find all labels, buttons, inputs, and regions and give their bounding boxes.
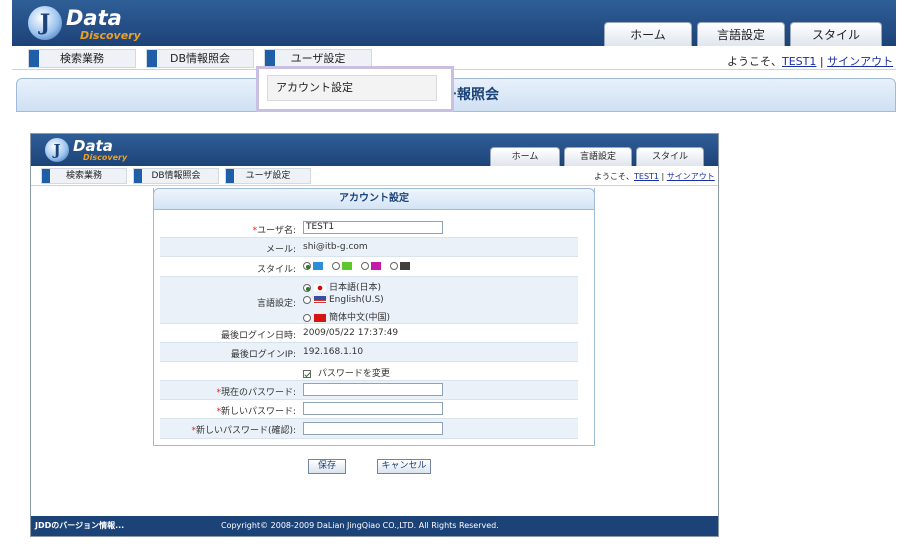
nav-marker-icon (42, 169, 50, 183)
style-radio-purple[interactable] (360, 261, 369, 270)
row-current-password: *現在のパスワード: (160, 381, 578, 400)
change-password-option[interactable]: パスワードを変更 (303, 366, 390, 379)
footer-bar: JDDのバージョン情報... Copyright© 2008-2009 DaLi… (31, 516, 718, 536)
tab-style[interactable]: スタイル (790, 22, 882, 46)
japan-flag-icon (314, 283, 326, 292)
version-link[interactable]: JDDのバージョン情報... (35, 516, 124, 536)
welcome-prefix: ようこそ、 (727, 55, 782, 68)
last-login-ip-value: 192.168.1.10 (303, 347, 364, 357)
row-last-login-ip: 最後ログインIP: 192.168.1.10 (160, 343, 578, 362)
current-password-label: *現在のパスワード: (216, 388, 296, 398)
language-label: 言語設定: (256, 299, 296, 309)
nav-search[interactable]: 検索業務 (28, 49, 136, 68)
tab-style[interactable]: スタイル (636, 147, 704, 166)
nav-db-info-label: DB情報照会 (169, 52, 231, 65)
last-login-date-value: 2009/05/22 17:37:49 (303, 328, 399, 338)
china-flag-icon (314, 313, 326, 322)
nav-marker-icon (265, 50, 275, 67)
top-panel-header: ー報照会 (16, 78, 896, 112)
blue-swatch-icon (313, 261, 323, 270)
style-radio-black[interactable] (389, 261, 398, 270)
dropdown-item-account-settings[interactable]: アカウント設定 (267, 75, 437, 101)
confirm-password-label: *新しいパスワード(確認): (191, 426, 296, 436)
save-button[interactable]: 保存 (308, 459, 346, 474)
style-label: スタイル: (256, 265, 296, 275)
nav-search-label: 検索業務 (65, 171, 102, 181)
user-link[interactable]: TEST1 (782, 55, 816, 68)
green-swatch-icon (341, 261, 352, 270)
style-radio-blue[interactable] (303, 261, 311, 270)
welcome-text: ようこそ、TEST1 | サインアウト (594, 171, 715, 182)
nav-db-info-label: DB情報照会 (151, 171, 201, 181)
current-password-input[interactable] (303, 383, 443, 396)
top-header-bar: J Data Discovery ホーム 言語設定 スタイル (12, 0, 896, 46)
nav-user-settings[interactable]: ユーザ設定 (225, 168, 311, 184)
language-option-en[interactable]: English(U.S) (303, 295, 384, 305)
username-input[interactable]: TEST1 (303, 221, 443, 234)
style-options (303, 261, 416, 271)
row-username: *ユーザ名: TEST1 (160, 219, 578, 238)
nav-search-label: 検索業務 (60, 52, 104, 65)
row-last-login-date: 最後ログイン日時: 2009/05/22 17:37:49 (160, 324, 578, 343)
welcome-text: ようこそ、TEST1 | サインアウト (727, 53, 893, 69)
nav-db-info[interactable]: DB情報照会 (146, 49, 254, 68)
welcome-separator: | (661, 172, 665, 181)
language-option-ja[interactable]: 日本語(日本) (303, 280, 381, 293)
tab-language[interactable]: 言語設定 (697, 22, 785, 46)
main-header-bar: J Data Discovery ホーム 言語設定 スタイル (31, 134, 718, 166)
purple-swatch-icon (370, 261, 381, 270)
nav-marker-icon (147, 50, 157, 67)
cancel-button[interactable]: キャンセル (377, 459, 431, 474)
black-swatch-icon (399, 261, 410, 270)
language-option-zh[interactable]: 簡体中文(中国) (303, 310, 390, 323)
row-confirm-password: *新しいパスワード(確認): (160, 419, 578, 439)
logo-j-icon: J (45, 138, 69, 162)
last-login-ip-label: 最後ログインIP: (230, 350, 296, 360)
top-nav-bar: 検索業務 DB情報照会 ユーザ設定 ようこそ、TEST1 | サインアウト (12, 46, 896, 70)
signout-link[interactable]: サインアウト (827, 55, 893, 68)
logo-subtitle: Discovery (80, 29, 141, 42)
language-radio-ja[interactable] (303, 283, 311, 292)
nav-search[interactable]: 検索業務 (41, 168, 127, 184)
us-flag-icon (314, 295, 326, 304)
main-screenshot: J Data Discovery ホーム 言語設定 スタイル 検索業務 DB情報… (30, 133, 719, 537)
nav-user-settings-label: ユーザ設定 (290, 52, 346, 65)
change-password-checkbox[interactable] (303, 369, 311, 378)
welcome-prefix: ようこそ、 (594, 172, 634, 181)
change-password-label: パスワードを変更 (317, 369, 390, 379)
row-new-password: *新しいパスワード: (160, 400, 578, 419)
copyright-text: Copyright© 2008-2009 DaLian JingQiao CO.… (221, 521, 499, 530)
nav-user-settings-label: ユーザ設定 (245, 171, 291, 181)
nav-db-info[interactable]: DB情報照会 (133, 168, 219, 184)
signout-link[interactable]: サインアウト (667, 172, 715, 181)
email-value: shi@itb-g.com (303, 242, 368, 252)
new-password-label: *新しいパスワード: (216, 407, 296, 417)
user-link[interactable]: TEST1 (634, 172, 659, 181)
welcome-separator: | (819, 55, 824, 68)
row-change-password: パスワードを変更 (160, 362, 578, 381)
row-style: スタイル: (160, 257, 578, 277)
user-settings-dropdown: アカウント設定 (256, 66, 454, 112)
tab-language[interactable]: 言語設定 (564, 147, 632, 166)
language-radio-en[interactable] (303, 295, 311, 304)
tab-home[interactable]: ホーム (490, 147, 560, 166)
nav-marker-icon (29, 50, 39, 67)
nav-marker-icon (226, 169, 234, 183)
confirm-password-input[interactable] (303, 422, 443, 435)
logo-j-icon: J (28, 6, 62, 40)
language-radio-zh[interactable] (303, 313, 311, 322)
logo-title: Data (66, 6, 122, 30)
new-password-input[interactable] (303, 402, 443, 415)
nav-marker-icon (134, 169, 142, 183)
form-title: アカウント設定 (153, 188, 595, 210)
top-screenshot: J Data Discovery ホーム 言語設定 スタイル 検索業務 DB情報… (12, 0, 896, 112)
row-email: メール: shi@itb-g.com (160, 238, 578, 257)
logo-subtitle: Discovery (83, 153, 128, 162)
row-language: 言語設定: 日本語(日本) English(U.S) 簡体中文(中国) (160, 277, 578, 324)
email-label: メール: (265, 245, 296, 255)
style-radio-green[interactable] (331, 261, 340, 270)
username-label: *ユーザ名: (252, 226, 296, 236)
tab-home[interactable]: ホーム (604, 22, 692, 46)
last-login-date-label: 最後ログイン日時: (220, 331, 296, 341)
